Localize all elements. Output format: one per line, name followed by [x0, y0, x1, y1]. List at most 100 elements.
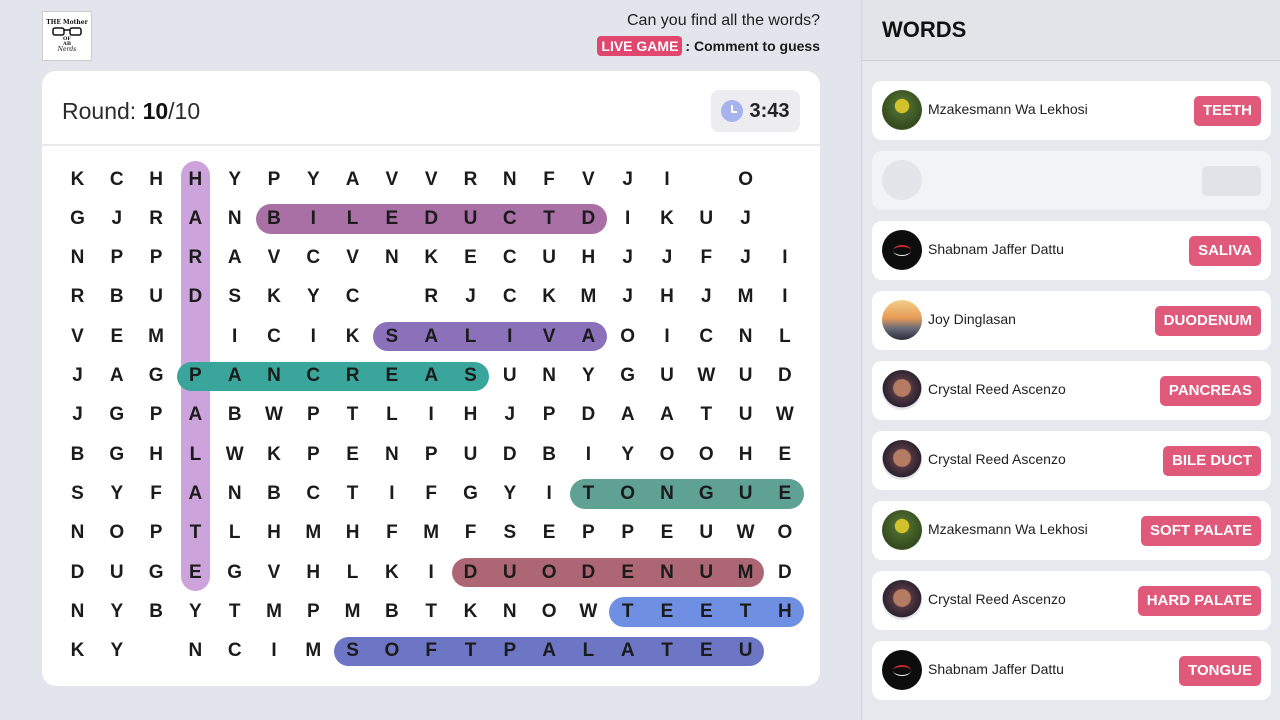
grid-letter: G: [698, 482, 714, 504]
grid-letter: V: [424, 168, 438, 190]
grid-letter: W: [697, 365, 716, 386]
avatar: [882, 230, 922, 270]
grid-letter: F: [700, 247, 713, 269]
live-row: LIVE GAME: Comment to guess: [597, 36, 820, 56]
grid-letter: D: [188, 286, 203, 308]
live-game-badge: LIVE GAME: [597, 36, 683, 56]
words-panel-header: WORDS: [862, 0, 1280, 61]
grid-letter: J: [740, 207, 751, 229]
grid-letter: E: [699, 640, 713, 662]
grid-letter: J: [111, 207, 123, 229]
letter-grid: KCHHYPYAVVRNFVJI OGJRANBILEDUCTDIKUJNPPR…: [58, 160, 818, 680]
grid-letter: B: [227, 404, 242, 426]
grid-letter: H: [581, 247, 596, 269]
word-badge: HARD PALATE: [1137, 586, 1261, 616]
grid-letter: U: [738, 404, 753, 426]
grid-letter: A: [227, 365, 242, 386]
grid-letter: N: [70, 600, 85, 622]
grid-letter: O: [541, 561, 557, 583]
grid-letter: E: [385, 365, 399, 386]
grid-letter: P: [503, 640, 517, 662]
grid-letter: S: [228, 286, 242, 308]
grid-letter: C: [345, 286, 360, 308]
grid-letter: C: [267, 325, 281, 347]
grid-letter: Y: [306, 168, 320, 190]
grid-letter: E: [660, 600, 674, 622]
grid-letter: P: [542, 404, 556, 426]
countdown-timer: 3:43: [711, 90, 800, 132]
grid-letter: N: [385, 247, 399, 269]
grid-letter: T: [464, 640, 477, 662]
avatar: [882, 90, 922, 130]
grid-letter: I: [546, 482, 552, 504]
grid-letter: V: [385, 168, 399, 190]
grid-letter: C: [109, 168, 124, 190]
grid-letter: M: [266, 600, 282, 622]
grid-letter: D: [778, 561, 792, 583]
grid-letter: G: [148, 561, 164, 583]
grid-letter: K: [542, 286, 556, 308]
grid-letter: K: [267, 443, 281, 465]
grid-letter: D: [778, 365, 792, 386]
grid-letter: U: [542, 247, 556, 269]
grid-letter: L: [228, 522, 241, 544]
grid-letter: Y: [582, 365, 595, 386]
grid-letter: U: [502, 365, 517, 386]
found-word-entry: Shabnam Jaffer Dattu SALIVA: [872, 221, 1271, 280]
grid-letter: [137, 632, 176, 671]
grid-letter: N: [502, 600, 517, 622]
grid-letter: A: [424, 365, 439, 386]
grid-letter: F: [425, 640, 437, 662]
grid-letter: O: [541, 600, 557, 622]
grid-letter: C: [306, 247, 321, 269]
grid-letter: K: [70, 640, 85, 662]
grid-letter: G: [463, 482, 478, 504]
grid-letter: D: [463, 561, 478, 583]
grid-letter: A: [345, 168, 360, 190]
grid-letter: U: [463, 443, 478, 465]
grid-letter: W: [225, 443, 244, 465]
grid-letter: C: [306, 365, 321, 386]
grid-letter: D: [581, 404, 596, 426]
grid-letter: B: [109, 286, 124, 308]
words-panel: WORDS Mzakesmann Wa Lekhosi TEETH Shabnam …: [861, 0, 1280, 720]
grid-letter: E: [621, 561, 635, 583]
grid-letter: I: [389, 482, 395, 504]
grid-letter: D: [502, 443, 517, 465]
grid-letter: I: [428, 404, 434, 426]
grid-letter: S: [385, 325, 399, 347]
grid-letter: E: [346, 443, 359, 465]
grid-letter: E: [778, 482, 792, 504]
grid-letter: A: [542, 640, 556, 662]
avatar: [882, 440, 922, 480]
grid-letter: Y: [110, 600, 124, 622]
grid-letter: G: [109, 404, 125, 426]
channel-logo: THE Mother OF AB Nerds: [42, 11, 92, 61]
grid-letter: P: [306, 404, 320, 426]
grid-letter: M: [737, 561, 754, 583]
grid-letter: T: [346, 404, 359, 426]
grid-letter: N: [70, 522, 85, 544]
grid-letter: I: [310, 207, 316, 229]
grid-letter: I: [664, 325, 670, 347]
grid-letter: F: [464, 522, 477, 544]
grid-letter: O: [659, 443, 675, 465]
grid-letter: A: [188, 482, 203, 504]
grid-letter: O: [620, 325, 636, 347]
grid-letter: E: [699, 600, 713, 622]
grid-letter: H: [149, 168, 163, 190]
grid-letter: R: [70, 286, 85, 308]
grid-letter: C: [502, 286, 517, 308]
round-current: 10: [142, 98, 169, 124]
grid-letter: J: [72, 404, 83, 426]
player-name: Mzakesmann Wa Lekhosi: [928, 521, 1088, 537]
grid-letter: U: [502, 561, 517, 583]
grid-letter: [176, 317, 215, 356]
grid-letter: A: [109, 365, 124, 386]
grid-letter: W: [736, 522, 755, 544]
grid-letter: I: [585, 443, 592, 465]
grid-letter: I: [310, 325, 316, 347]
grid-letter: A: [188, 404, 203, 426]
grid-letter: H: [149, 443, 163, 465]
word-badge: TEETH: [1193, 96, 1261, 126]
